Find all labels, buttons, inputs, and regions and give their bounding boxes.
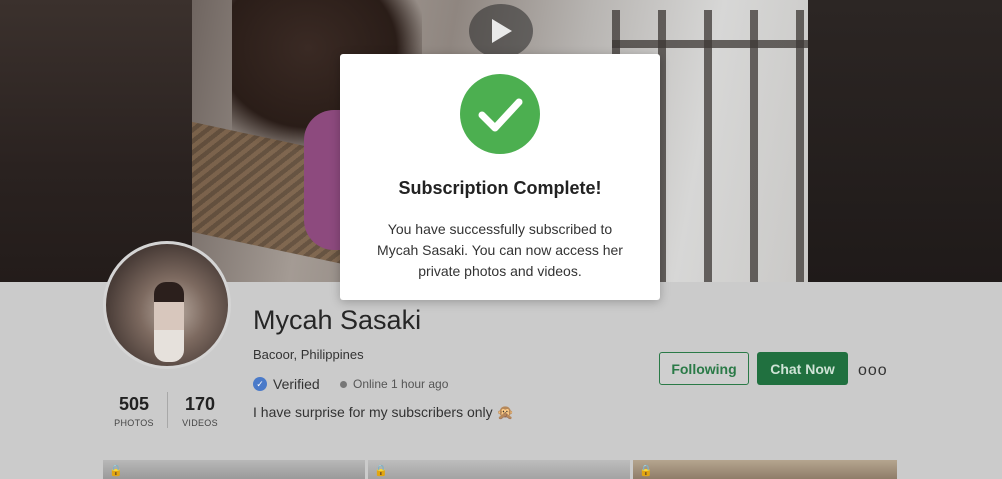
modal-title: Subscription Complete! xyxy=(398,178,602,198)
modal-message: You have successfully subscribed to Myca… xyxy=(377,221,623,279)
subscription-modal: Subscription Complete! You have successf… xyxy=(340,54,660,300)
check-circle-icon xyxy=(460,74,540,154)
